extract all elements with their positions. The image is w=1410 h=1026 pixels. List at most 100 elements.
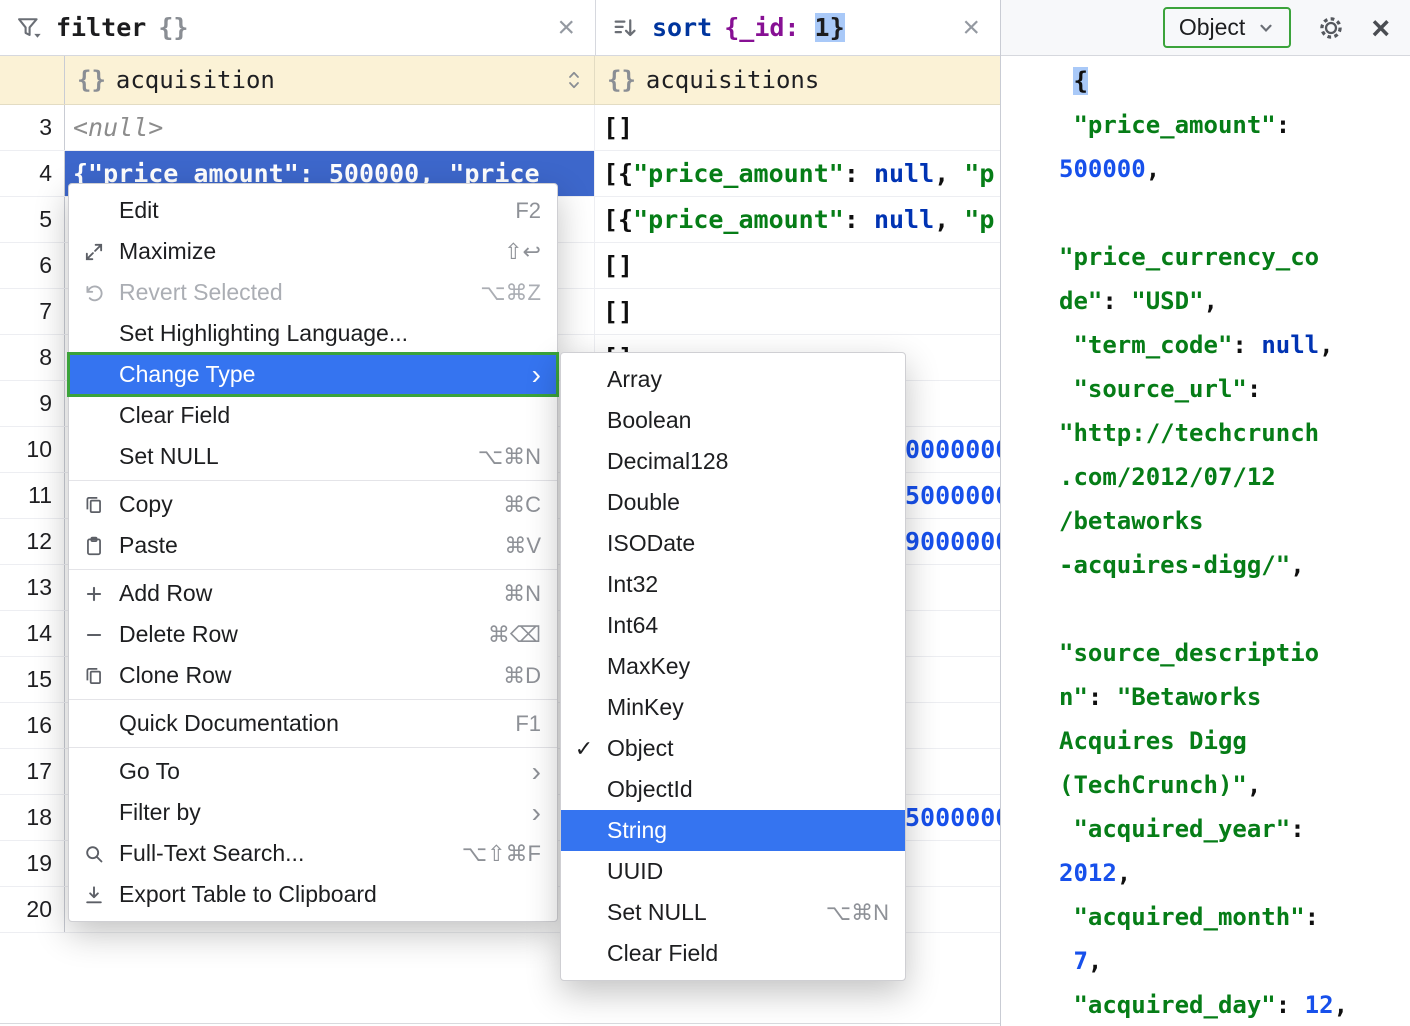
row-number[interactable]: 16 [0,703,65,748]
text-segment: 500000 [1059,155,1146,183]
filter-bar[interactable]: filter {} × [0,0,596,55]
row-number[interactable]: 6 [0,243,65,288]
column-header-acquisitions[interactable]: {} acquisitions [595,56,1000,104]
row-number[interactable]: 17 [0,749,65,794]
menu-item-clear-field[interactable]: Clear Field [561,933,905,974]
menu-item-uuid[interactable]: UUID [561,851,905,892]
json-line: "http://techcrunch [1059,411,1404,455]
cell-acquisitions[interactable]: [] [595,243,1000,288]
menu-item-objectid[interactable]: ObjectId [561,769,905,810]
row-number[interactable]: 12 [0,519,65,564]
cell-acquisitions[interactable]: [{"price_amount": null, "p [595,197,1000,242]
menu-item-boolean[interactable]: Boolean [561,400,905,441]
row-number[interactable]: 9 [0,381,65,426]
cell-acquisitions[interactable]: [] [595,289,1000,334]
menu-item-int32[interactable]: Int32 [561,564,905,605]
menu-item-set-highlighting-language[interactable]: Set Highlighting Language... [69,313,557,354]
menu-item-clone-row[interactable]: Clone Row⌘D [69,655,557,696]
json-line: 7, [1059,939,1404,983]
row-number[interactable]: 18 [0,795,65,840]
copy-icon [69,494,119,516]
gear-icon[interactable] [1317,14,1345,42]
row-number[interactable]: 3 [0,105,65,150]
text-segment: de" [1059,287,1102,315]
menu-item-object[interactable]: ✓Object [561,728,905,769]
row-number[interactable]: 13 [0,565,65,610]
menu-item-set-null[interactable]: Set NULL⌥⌘N [69,436,557,477]
text-segment: , [1088,947,1102,975]
maximize-icon [69,241,119,263]
menu-item-export-table-to-clipboard[interactable]: Export Table to Clipboard [69,874,557,915]
json-line [1059,587,1404,631]
row-number[interactable]: 20 [0,887,65,932]
text-segment: null [874,205,934,234]
row-number[interactable]: 7 [0,289,65,334]
menu-item-revert-selected: Revert Selected⌥⌘Z [69,272,557,313]
row-number[interactable]: 14 [0,611,65,656]
row-number[interactable]: 8 [0,335,65,380]
menu-separator [69,747,557,748]
menu-item-copy[interactable]: Copy⌘C [69,484,557,525]
menu-item-set-null[interactable]: Set NULL⌥⌘N [561,892,905,933]
json-line: de": "USD", [1059,279,1404,323]
text-segment: "source_url" [1073,375,1246,403]
sort-expression-selected: 1} [815,13,845,42]
menu-item-change-type[interactable]: Change Type› [69,354,557,395]
json-editor[interactable]: { "price_amount":500000,"price_currency_… [1001,57,1410,1026]
export-icon [69,884,119,906]
menu-item-isodate[interactable]: ISODate [561,523,905,564]
menu-shortcut: ⌘V [504,533,541,559]
text-segment: { [1073,67,1087,95]
row-number[interactable]: 19 [0,841,65,886]
filter-close-icon[interactable]: × [547,13,585,43]
menu-item-minkey[interactable]: MinKey [561,687,905,728]
text-segment: [] [603,251,633,280]
json-line: "term_code": null, [1059,323,1404,367]
cell-acquisition[interactable]: <null> [65,105,595,150]
menu-item-full-text-search[interactable]: Full-Text Search...⌥⇧⌘F [69,833,557,874]
filter-label: filter [56,13,146,42]
sort-expression[interactable]: {_id: 1} [724,13,844,42]
close-icon[interactable]: × [1371,12,1394,44]
menu-item-clear-field[interactable]: Clear Field [69,395,557,436]
filter-value[interactable]: {} [158,13,188,42]
menu-item-filter-by[interactable]: Filter by› [69,792,557,833]
submenu-arrow-icon: › [532,758,541,786]
column-sort-icon[interactable] [566,67,582,93]
menu-item-array[interactable]: Array [561,359,905,400]
text-segment [1059,947,1073,975]
row-number[interactable]: 15 [0,657,65,702]
json-line: -acquires-digg/", [1059,543,1404,587]
cell-acquisitions[interactable]: [] [595,105,1000,150]
menu-item-maximize[interactable]: Maximize⇧↩ [69,231,557,272]
text-segment: null [874,159,934,188]
menu-item-go-to[interactable]: Go To› [69,751,557,792]
menu-item-int64[interactable]: Int64 [561,605,905,646]
text-segment [1059,331,1073,359]
menu-item-add-row[interactable]: Add Row⌘N [69,573,557,614]
cell-acquisitions[interactable]: [{"price_amount": null, "p [595,151,1000,196]
text-segment: : [1276,991,1305,1019]
row-number[interactable]: 5 [0,197,65,242]
menu-item-double[interactable]: Double [561,482,905,523]
menu-item-label: ObjectId [607,776,889,803]
type-selector[interactable]: Object [1163,7,1291,48]
menu-item-edit[interactable]: EditF2 [69,190,557,231]
toolbar: filter {} × sort {_id: 1} × [0,0,1000,56]
row-number[interactable]: 4 [0,151,65,196]
json-line: n": "Betaworks [1059,675,1404,719]
text-segment [1059,375,1073,403]
row-number[interactable]: 10 [0,427,65,472]
sort-close-icon[interactable]: × [952,13,990,43]
menu-item-label: Filter by [119,799,504,826]
menu-item-decimal128[interactable]: Decimal128 [561,441,905,482]
menu-item-delete-row[interactable]: Delete Row⌘⌫ [69,614,557,655]
menu-item-quick-documentation[interactable]: Quick DocumentationF1 [69,703,557,744]
column-header-acquisition[interactable]: {} acquisition [65,56,595,104]
menu-item-maxkey[interactable]: MaxKey [561,646,905,687]
menu-item-paste[interactable]: Paste⌘V [69,525,557,566]
text-segment: , [934,159,964,188]
menu-item-string[interactable]: String [561,810,905,851]
row-number[interactable]: 11 [0,473,65,518]
sort-bar[interactable]: sort {_id: 1} × [596,0,1000,55]
